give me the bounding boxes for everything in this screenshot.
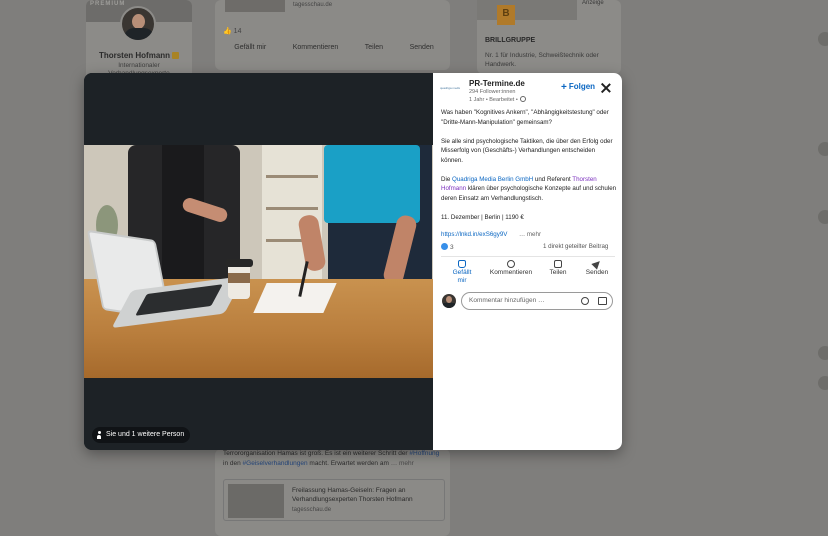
post-paragraph: Die Quadriga Media Berlin GmbH und Refer… bbox=[441, 175, 617, 202]
post-meta: 1 Jahr • Bearbeitet • bbox=[469, 96, 526, 103]
feed-post-bottom: Terrororganisation Hamas ist groß. Es is… bbox=[215, 449, 450, 536]
post-paragraph: 11. Dezember | Berlin | 1190 € bbox=[441, 213, 524, 221]
link-source: tagesschau.de bbox=[293, 2, 333, 8]
send-icon bbox=[591, 258, 603, 270]
repost-button[interactable]: Teilen bbox=[541, 260, 575, 277]
reaction-count[interactable]: 3 bbox=[441, 243, 454, 251]
comment-input[interactable]: Kommentar hinzufügen … bbox=[461, 292, 613, 310]
profile-name-row[interactable]: Thorsten Hofmann bbox=[86, 51, 192, 60]
feed-like-button[interactable]: Gefällt mir bbox=[234, 43, 266, 52]
comment-button[interactable]: Kommentieren bbox=[483, 260, 539, 277]
send-button[interactable]: Senden bbox=[581, 258, 613, 277]
sidebar-avatar[interactable] bbox=[818, 346, 828, 360]
repost-count[interactable]: 1 direkt geteilter Beitrag bbox=[543, 243, 608, 250]
premium-label: PREMIUM bbox=[90, 1, 126, 7]
emoji-icon[interactable] bbox=[581, 297, 589, 305]
company-logo[interactable]: quadriga media bbox=[440, 83, 460, 93]
profile-name[interactable]: Thorsten Hofmann bbox=[99, 51, 170, 60]
media-viewer: Sie und 1 weitere Person bbox=[84, 73, 433, 450]
ad-label[interactable]: Anzeige bbox=[582, 0, 604, 6]
post-side-panel: quadriga media PR-Termine.de 294 Followe… bbox=[433, 73, 622, 450]
linkedin-premium-icon bbox=[172, 52, 180, 59]
like-button[interactable]: Gefällt mir bbox=[447, 260, 477, 285]
image-icon[interactable] bbox=[598, 297, 607, 305]
comment-icon bbox=[507, 260, 515, 268]
sidebar-avatar[interactable] bbox=[818, 142, 828, 156]
post-text: Was haben "Kognitives Ankern", "Abhängig… bbox=[441, 108, 617, 232]
post-url-link[interactable]: https://lnkd.in/exS6gy9V bbox=[441, 231, 507, 238]
link-preview-title: Freilassung Hamas-Geiseln: Fragen an Ver… bbox=[292, 487, 413, 503]
feed-action-bar: Gefällt mir Kommentieren Teilen Senden bbox=[221, 43, 447, 52]
post-image[interactable] bbox=[84, 145, 433, 378]
feed-post-top: tagesschau.de 👍 14 Gefällt mir Kommentie… bbox=[215, 0, 450, 70]
follower-count: 294 Follower:innen bbox=[469, 89, 516, 95]
hashtag-link[interactable]: #Hoffnung bbox=[409, 450, 439, 457]
sidebar-avatar[interactable] bbox=[818, 210, 828, 224]
link-preview-card[interactable]: Freilassung Hamas-Geiseln: Fragen an Ver… bbox=[223, 479, 445, 521]
feed-comment-button[interactable]: Kommentieren bbox=[293, 43, 339, 52]
post-text: Terrororganisation Hamas ist groß. Es is… bbox=[223, 450, 440, 467]
ad-logo[interactable]: B bbox=[497, 5, 515, 25]
post-paragraph: Sie alle sind psychologische Taktiken, d… bbox=[441, 137, 613, 164]
person-icon bbox=[97, 431, 101, 439]
post-detail-modal: Sie und 1 weitere Person quadriga media … bbox=[84, 73, 622, 450]
ad-banner[interactable] bbox=[477, 0, 577, 20]
close-icon[interactable] bbox=[599, 81, 613, 95]
sidebar-avatar[interactable] bbox=[818, 376, 828, 390]
hashtag-link[interactable]: #Geiselverhandlungen bbox=[243, 460, 308, 467]
divider bbox=[441, 256, 615, 257]
profile-headline-line1: Internationaler bbox=[118, 62, 160, 69]
plus-icon: + bbox=[561, 82, 567, 93]
action-bar: Gefällt mir Kommentieren Teilen Senden bbox=[437, 258, 619, 286]
ad-card: B Anzeige BRILLGRUPPE Nr. 1 für Industri… bbox=[477, 0, 621, 74]
see-more-link[interactable]: … mehr bbox=[391, 460, 414, 467]
company-mention-link[interactable]: Quadriga Media Berlin GmbH bbox=[452, 176, 533, 183]
company-name[interactable]: PR-Termine.de bbox=[469, 79, 525, 88]
link-preview-source: tagesschau.de bbox=[292, 507, 332, 513]
like-reaction-icon bbox=[441, 243, 448, 250]
post-paragraph: Was haben "Kognitives Ankern", "Abhängig… bbox=[441, 109, 609, 126]
follow-button[interactable]: + Folgen bbox=[561, 82, 595, 93]
sidebar-avatar[interactable] bbox=[818, 32, 828, 46]
profile-avatar[interactable] bbox=[120, 6, 156, 42]
thumbs-up-icon bbox=[458, 260, 466, 268]
see-more-link[interactable]: … mehr bbox=[519, 231, 541, 238]
reaction-count[interactable]: 👍 14 bbox=[223, 27, 241, 35]
globe-icon bbox=[519, 96, 526, 102]
feed-send-button[interactable]: Senden bbox=[410, 43, 434, 52]
link-preview-thumbnail[interactable] bbox=[225, 0, 285, 12]
tagged-people-label: Sie und 1 weitere Person bbox=[106, 431, 185, 438]
link-preview-thumbnail bbox=[228, 484, 284, 518]
ad-description: Nr. 1 für Industrie, Schweißtechnik oder… bbox=[485, 52, 599, 68]
repost-icon bbox=[554, 260, 562, 268]
feed-repost-button[interactable]: Teilen bbox=[365, 43, 383, 52]
tagged-people-button[interactable]: Sie und 1 weitere Person bbox=[92, 427, 191, 443]
current-user-avatar[interactable] bbox=[442, 294, 456, 308]
ad-company-name[interactable]: BRILLGRUPPE bbox=[485, 37, 535, 44]
